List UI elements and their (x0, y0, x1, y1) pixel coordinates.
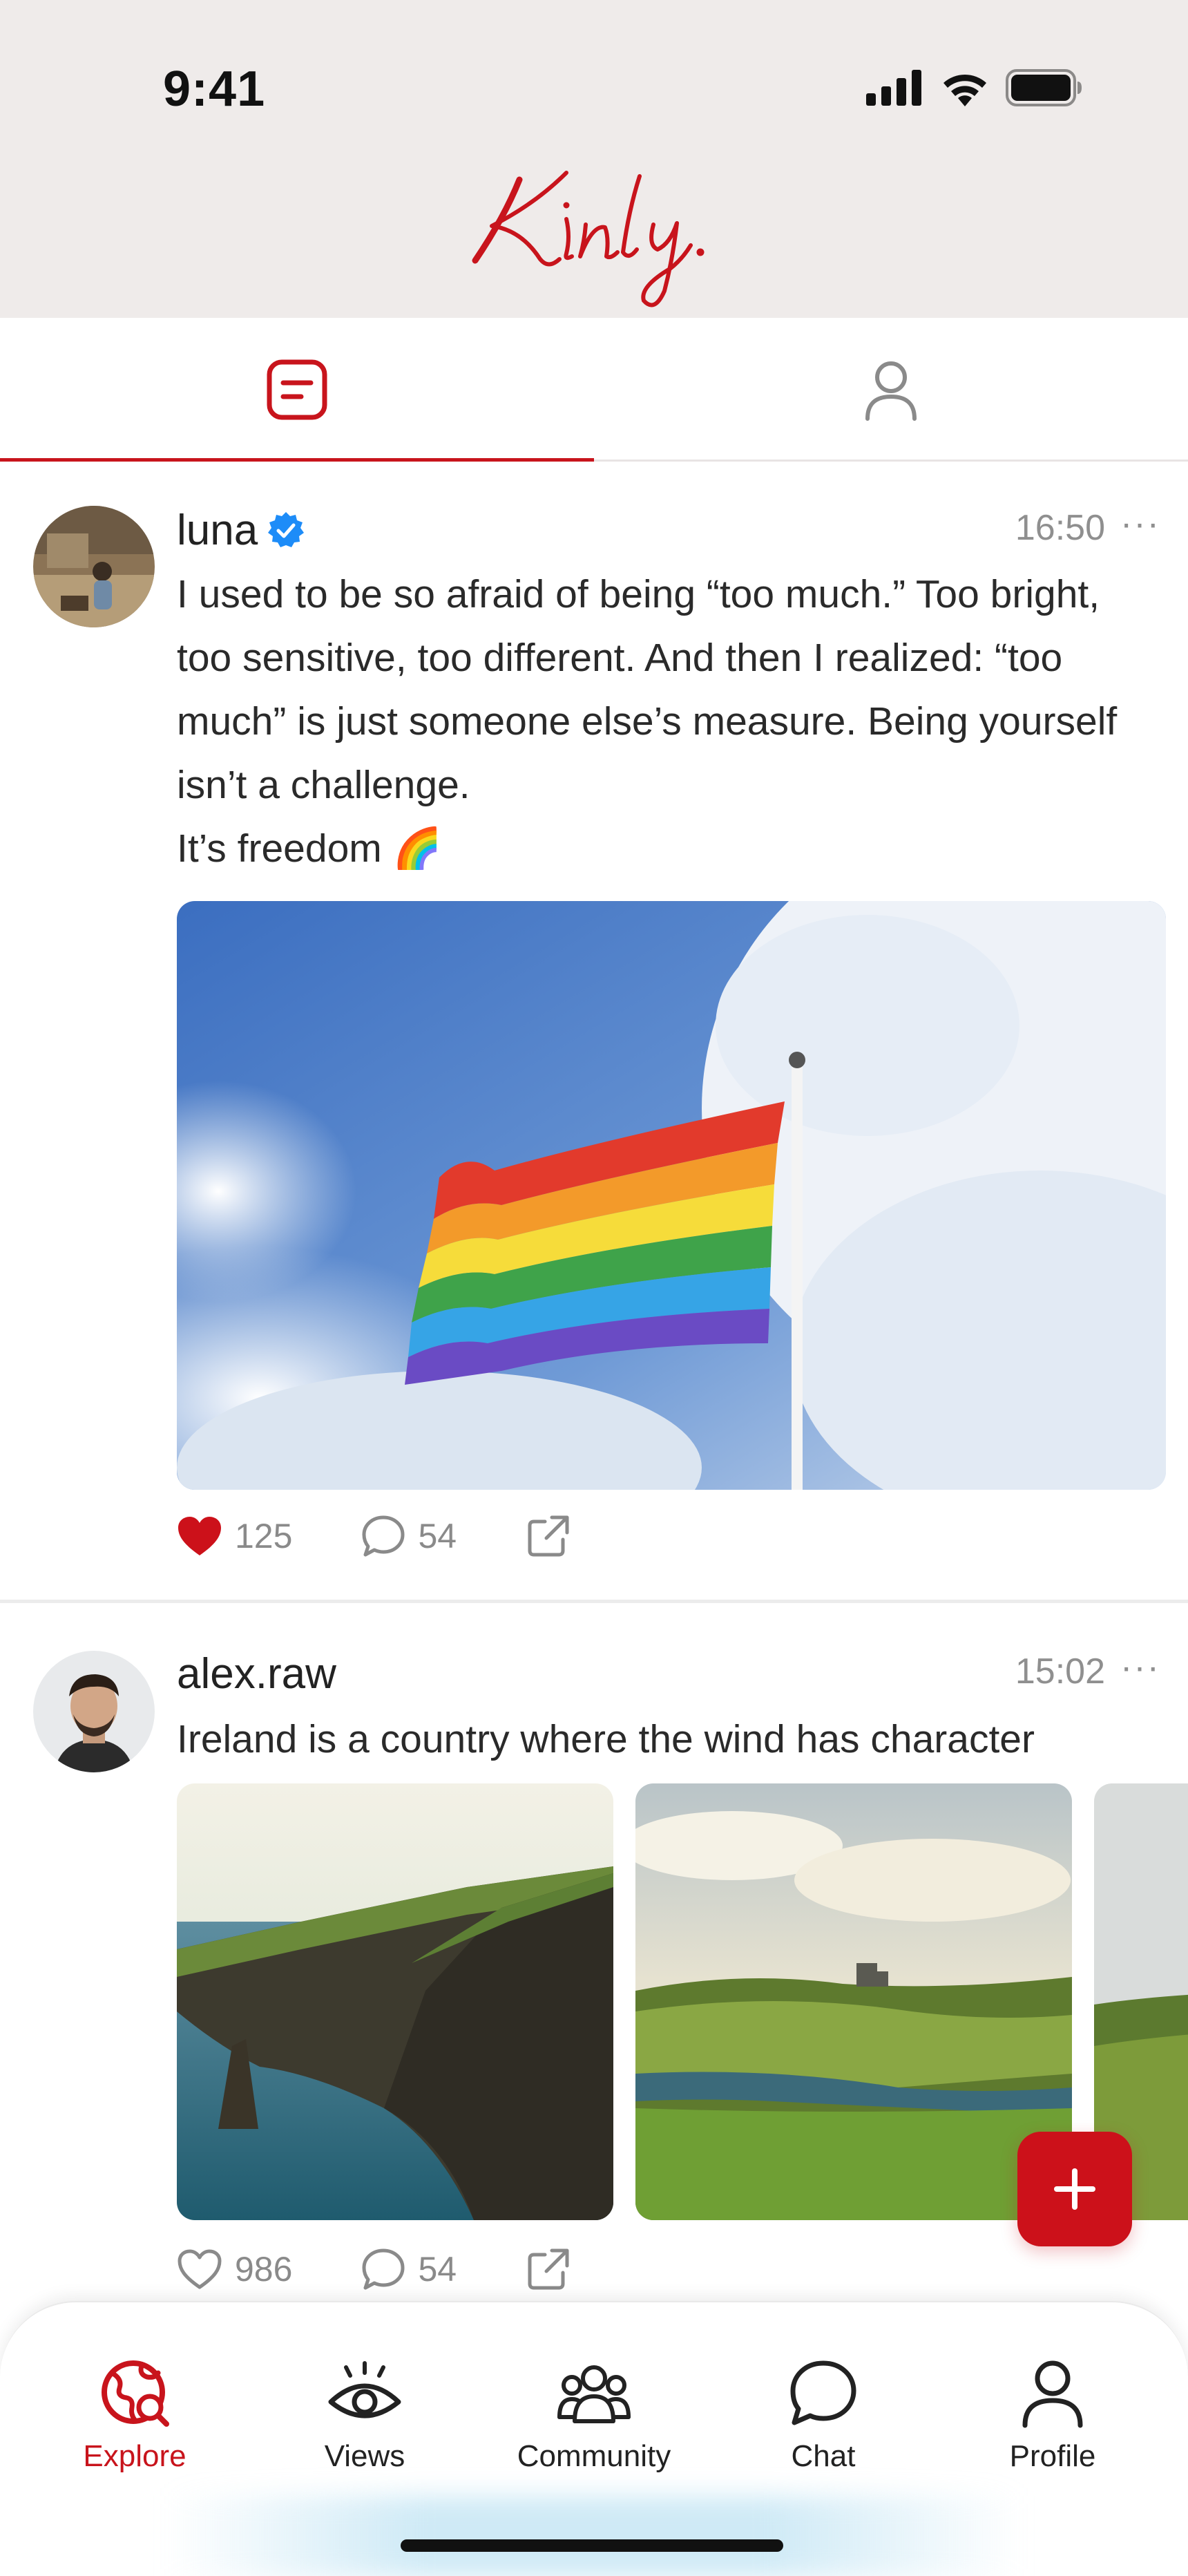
eye-icon (328, 2361, 401, 2418)
community-icon (557, 2365, 631, 2423)
post-time: 16:50 (1015, 508, 1105, 548)
explore-globe-icon (102, 2360, 169, 2427)
verified-badge-icon (268, 511, 305, 547)
nav-community[interactable]: Community (490, 2358, 698, 2474)
kinly-logo (472, 171, 705, 307)
share-icon (528, 1515, 569, 1557)
document-icon (267, 359, 327, 420)
more-options-icon[interactable]: ··· (1120, 503, 1160, 544)
chat-bubble-icon (790, 2360, 856, 2425)
plus-icon (1054, 2168, 1095, 2210)
feed-post: alex.raw 15:02 ··· Ireland is a country … (0, 1607, 1188, 2318)
like-count: 986 (235, 2250, 293, 2289)
gallery-image-cliffs[interactable] (177, 1783, 613, 2220)
nav-chat[interactable]: Chat (720, 2358, 927, 2474)
post-time: 15:02 (1015, 1651, 1105, 1692)
nav-label: Chat (791, 2439, 856, 2473)
more-options-icon[interactable]: ··· (1120, 1647, 1160, 1688)
avatar[interactable] (33, 506, 155, 627)
avatar[interactable] (33, 1651, 155, 1772)
nav-profile[interactable]: Profile (949, 2358, 1156, 2474)
post-actions: 125 54 (177, 1515, 570, 1557)
feed-post: luna 16:50 ··· I used to be so afraid of… (0, 464, 1188, 1603)
comment-icon (362, 2248, 405, 2290)
heart-filled-icon (178, 1517, 221, 1555)
like-button[interactable]: 125 (177, 1515, 292, 1557)
bottom-navigation: Explore Views Community Chat Profile (0, 2301, 1188, 2576)
nav-explore[interactable]: Explore (31, 2358, 238, 2474)
share-button[interactable] (526, 2248, 570, 2291)
share-icon (528, 2248, 569, 2290)
tab-posts[interactable] (0, 318, 594, 462)
status-time: 9:41 (163, 61, 266, 117)
post-text: Ireland is a country where the wind has … (177, 1717, 1035, 1761)
comment-count: 54 (418, 1517, 457, 1555)
post-text: I used to be so afraid of being “too muc… (177, 562, 1158, 880)
post-image-rainbow-flag[interactable] (177, 901, 1166, 1490)
nav-label: Profile (1009, 2439, 1096, 2473)
post-text-line: It’s freedom 🌈 (177, 826, 442, 871)
person-icon (1022, 2360, 1083, 2428)
gallery-image-coast[interactable] (635, 1783, 1072, 2220)
comment-icon (362, 1515, 405, 1557)
home-indicator (401, 2539, 783, 2552)
battery-icon (1006, 69, 1082, 106)
wifi-icon (943, 74, 986, 106)
active-tab-indicator (0, 458, 594, 462)
create-post-button[interactable] (1017, 2132, 1132, 2246)
status-icons (866, 69, 1083, 106)
comment-count: 54 (418, 2250, 457, 2289)
post-username[interactable]: luna (177, 506, 258, 555)
post-text-line: I used to be so afraid of being “too muc… (177, 572, 1118, 807)
app-header: 9:41 (0, 0, 1188, 318)
feed-tabs (0, 318, 1188, 462)
share-button[interactable] (526, 1515, 570, 1557)
nav-label: Explore (83, 2439, 186, 2473)
person-outline-icon (865, 361, 917, 421)
bottom-glow (166, 2496, 1022, 2576)
signal-icon (866, 70, 921, 106)
post-username[interactable]: alex.raw (177, 1649, 336, 1698)
nav-views[interactable]: Views (261, 2358, 468, 2474)
like-count: 125 (235, 1517, 293, 1555)
comment-button[interactable]: 54 (361, 2248, 457, 2291)
post-actions: 986 54 (177, 2248, 570, 2291)
nav-label: Views (324, 2439, 405, 2473)
like-button[interactable]: 986 (177, 2248, 292, 2290)
tab-people[interactable] (594, 318, 1188, 462)
heart-outline-icon (178, 2249, 222, 2289)
comment-button[interactable]: 54 (361, 1515, 457, 1557)
nav-label: Community (517, 2439, 671, 2473)
